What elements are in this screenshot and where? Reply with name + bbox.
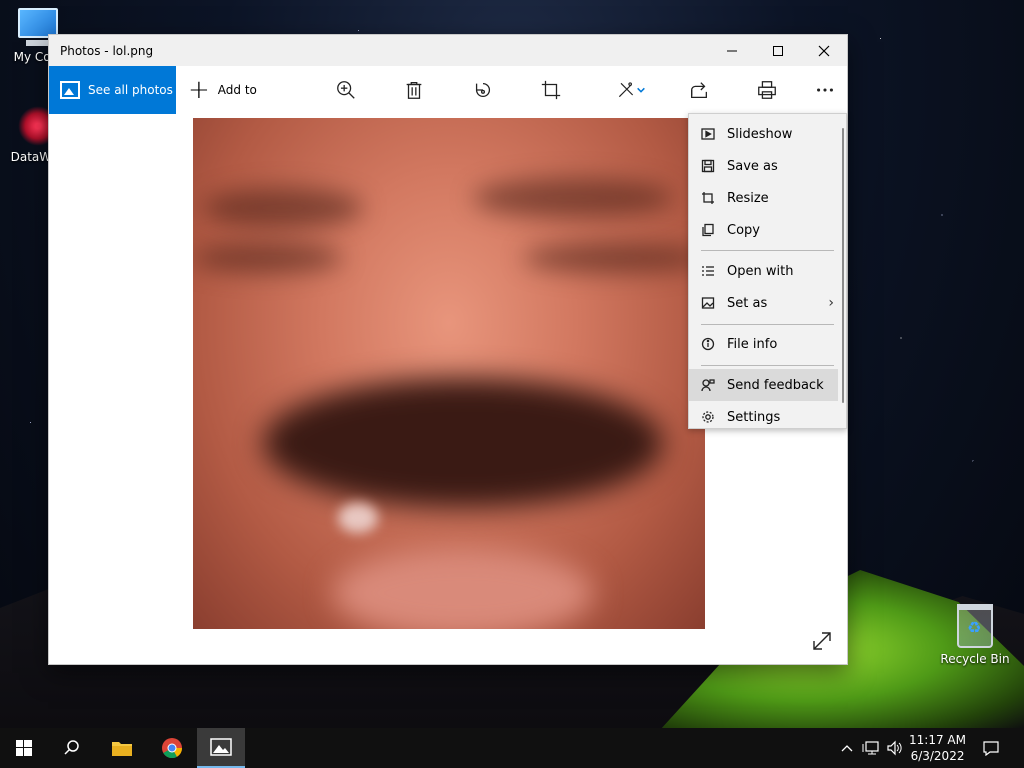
show-hidden-icons-button[interactable] xyxy=(838,728,856,768)
save-icon xyxy=(701,159,715,173)
share-icon xyxy=(691,82,707,98)
more-options-button[interactable] xyxy=(813,78,837,102)
taskbar: 11:17 AM 6/3/2022 xyxy=(0,728,1024,768)
add-to-label: Add to xyxy=(217,83,257,97)
desktop-icon-recycle-bin[interactable]: Recycle Bin xyxy=(937,604,1013,666)
clock-date: 6/3/2022 xyxy=(910,749,965,763)
menu-item-file-info[interactable]: File info xyxy=(689,328,838,360)
menu-item-label: Slideshow xyxy=(727,126,793,142)
minimize-button[interactable] xyxy=(709,35,755,66)
volume-icon xyxy=(887,740,902,756)
maximize-icon xyxy=(773,45,783,56)
close-button[interactable] xyxy=(801,35,847,66)
menu-item-copy[interactable]: Copy xyxy=(689,214,838,246)
chrome-icon xyxy=(162,738,183,759)
clock-button[interactable]: 11:17 AM 6/3/2022 xyxy=(909,732,966,764)
chevron-up-icon xyxy=(841,745,853,752)
expand-button[interactable] xyxy=(811,630,833,652)
more-icon xyxy=(817,88,833,92)
menu-scrollbar[interactable] xyxy=(842,128,844,403)
photos-icon xyxy=(210,738,232,756)
delete-button[interactable] xyxy=(402,78,426,102)
menu-divider xyxy=(701,365,834,366)
copy-icon xyxy=(702,223,714,237)
volume-button[interactable] xyxy=(885,728,905,768)
edit-icon xyxy=(618,82,634,98)
windows-icon xyxy=(16,740,32,756)
feedback-icon xyxy=(701,379,715,392)
see-all-photos-label: See all photos xyxy=(88,83,173,97)
folder-icon xyxy=(112,742,132,756)
menu-divider xyxy=(701,324,834,325)
see-all-photos-button[interactable]: See all photos xyxy=(49,66,176,114)
crop-icon xyxy=(541,80,561,100)
share-button[interactable] xyxy=(687,78,711,102)
menu-item-label: File info xyxy=(727,336,778,352)
open-with-icon xyxy=(702,266,714,276)
photo-image xyxy=(193,118,705,629)
photos-icon xyxy=(60,81,80,99)
menu-item-open-with[interactable]: Open with xyxy=(689,255,838,287)
file-explorer-button[interactable] xyxy=(98,728,146,768)
print-button[interactable] xyxy=(755,78,779,102)
menu-item-resize[interactable]: Resize xyxy=(689,182,838,214)
set-as-icon xyxy=(701,297,715,309)
chevron-down-icon xyxy=(637,87,645,93)
clock-time: 11:17 AM xyxy=(909,733,966,747)
menu-item-label: Save as xyxy=(727,158,778,174)
network-button[interactable] xyxy=(861,728,881,768)
zoom-in-button[interactable] xyxy=(334,78,358,102)
edit-create-button[interactable] xyxy=(611,78,651,102)
menu-item-save-as[interactable]: Save as xyxy=(689,150,838,182)
resize-icon xyxy=(702,192,714,204)
maximize-button[interactable] xyxy=(755,35,801,66)
menu-item-slideshow[interactable]: Slideshow xyxy=(689,118,838,150)
photos-taskbar-button[interactable] xyxy=(197,728,245,768)
plus-icon: + xyxy=(188,75,210,105)
menu-item-label: Settings xyxy=(727,409,781,425)
slideshow-icon xyxy=(701,128,715,140)
menu-divider xyxy=(701,250,834,251)
gear-icon xyxy=(702,411,714,423)
add-to-button[interactable]: + Add to xyxy=(188,77,257,103)
zoom-icon xyxy=(337,81,355,99)
crop-button[interactable] xyxy=(539,78,563,102)
action-center-button[interactable] xyxy=(976,728,1006,768)
recycle-bin-icon xyxy=(957,604,993,648)
rotate-button[interactable] xyxy=(471,78,495,102)
menu-item-label: Copy xyxy=(727,222,760,238)
minimize-icon xyxy=(727,50,737,51)
search-icon xyxy=(64,740,79,755)
trash-icon xyxy=(406,82,422,99)
search-button[interactable] xyxy=(48,728,96,768)
window-title: Photos - lol.png xyxy=(60,43,154,58)
network-icon xyxy=(862,741,879,755)
notification-icon xyxy=(983,741,999,756)
chevron-right-icon: › xyxy=(828,295,834,311)
start-button[interactable] xyxy=(0,728,48,768)
menu-item-label: Send feedback xyxy=(727,377,824,393)
rotate-icon xyxy=(475,82,491,98)
menu-item-settings[interactable]: Settings xyxy=(689,401,838,433)
menu-item-label: Resize xyxy=(727,190,769,206)
menu-item-label: Open with xyxy=(727,263,794,279)
photos-toolbar: See all photos + Add to xyxy=(49,66,847,114)
info-icon xyxy=(701,337,715,351)
close-icon xyxy=(818,45,830,56)
menu-item-send-feedback[interactable]: Send feedback xyxy=(689,369,838,401)
desktop-icon-label: Recycle Bin xyxy=(940,652,1010,666)
chrome-button[interactable] xyxy=(148,728,196,768)
menu-item-set-as[interactable]: Set as › xyxy=(689,287,838,319)
window-titlebar[interactable]: Photos - lol.png xyxy=(49,35,847,66)
more-options-menu: Slideshow Save as Resize Copy Open with … xyxy=(688,113,847,429)
print-icon xyxy=(758,81,776,99)
menu-item-label: Set as xyxy=(727,295,768,311)
